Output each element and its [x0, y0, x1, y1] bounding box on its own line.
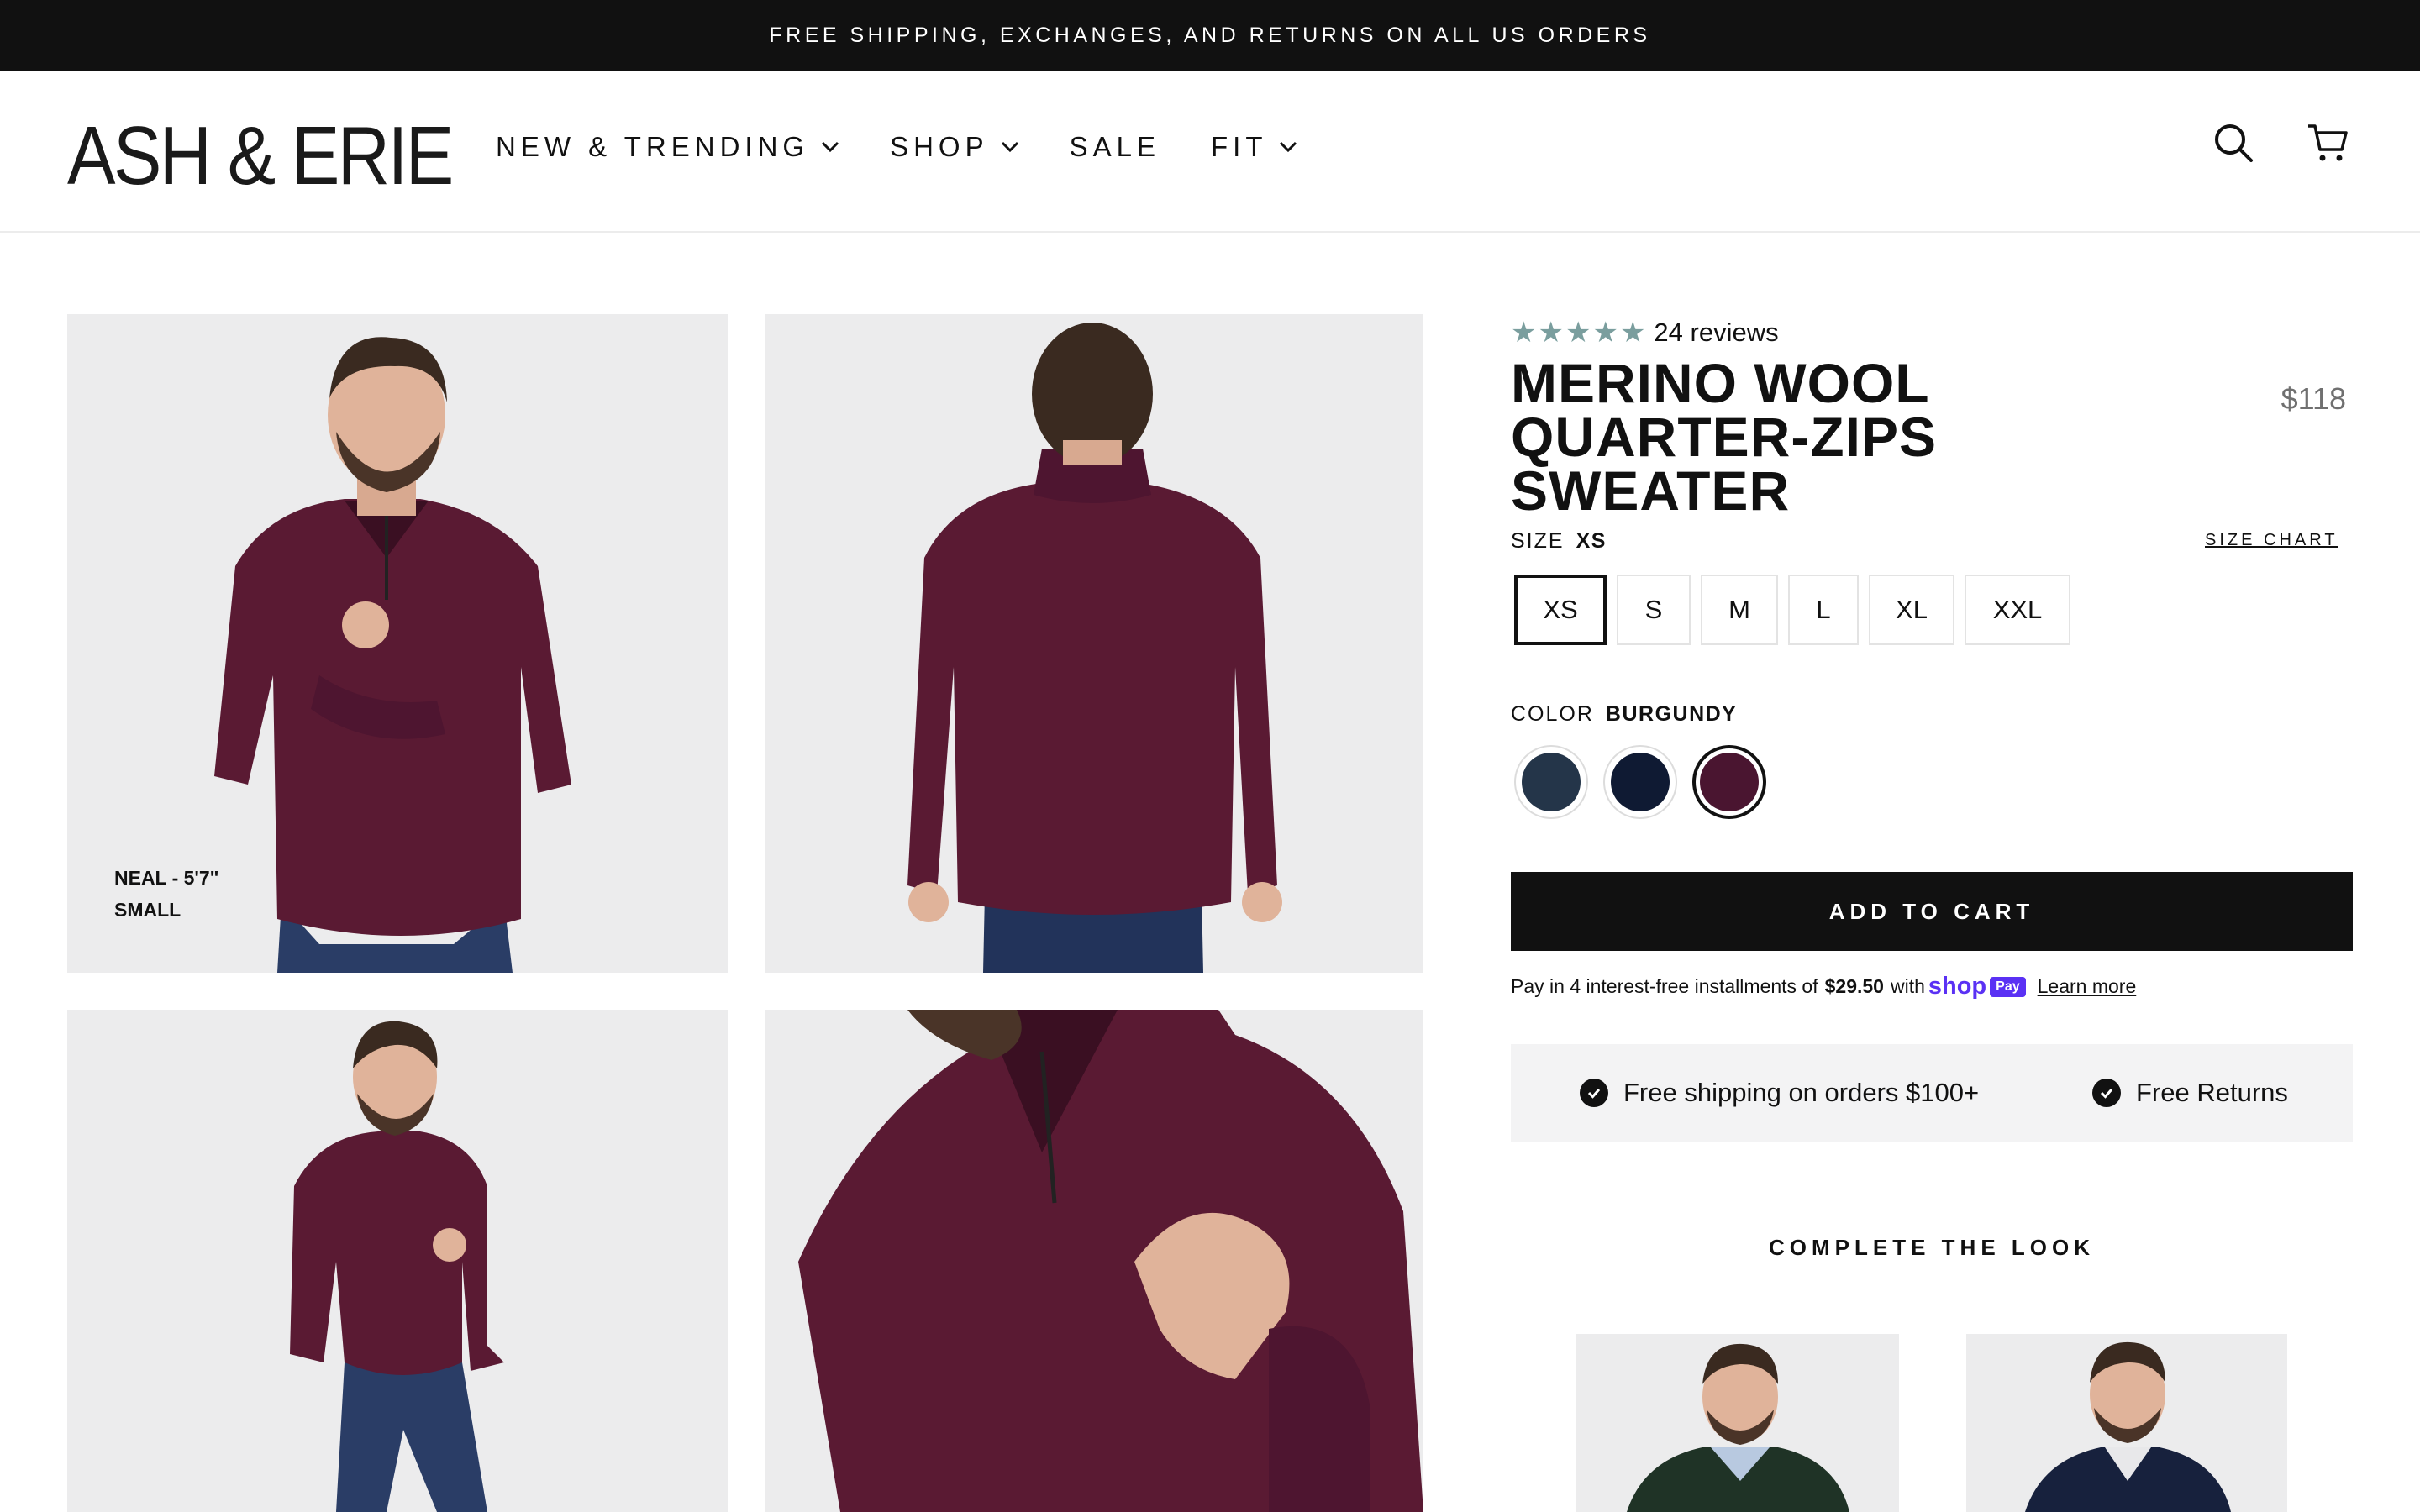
chevron-down-icon	[1280, 141, 1297, 153]
product-image-front[interactable]: NEAL - 5'7" SMALL	[67, 314, 728, 973]
benefit-free-shipping: Free shipping on orders $100+	[1580, 1078, 1979, 1108]
chevron-down-icon	[822, 141, 839, 153]
size-chart-link[interactable]: SIZE CHART	[2205, 531, 2338, 550]
complete-the-look-heading: COMPLETE THE LOOK	[1769, 1235, 2095, 1260]
benefit-label: Free shipping on orders $100+	[1623, 1078, 1980, 1107]
search-icon[interactable]	[2212, 121, 2255, 165]
benefit-free-returns: Free Returns	[2092, 1078, 2288, 1108]
benefits-panel: Free shipping on orders $100+ Free Retur…	[1511, 1044, 2353, 1142]
nav-item-sale[interactable]: SALE	[1070, 131, 1160, 163]
shoppay-badge: Pay	[1990, 976, 2026, 997]
swatch-color	[1522, 753, 1581, 811]
checkmark-icon	[1580, 1079, 1608, 1107]
size-selector: XS S M L XL XXL	[1514, 575, 2081, 645]
shoppay-amount: $29.50	[1824, 975, 1884, 997]
nav-item-new-trending[interactable]: NEW & TRENDING	[496, 131, 839, 163]
model-back-illustration	[765, 314, 1423, 973]
look-green-illustration	[1576, 1334, 1899, 1512]
benefit-label: Free Returns	[2136, 1078, 2288, 1107]
size-button-s[interactable]: S	[1617, 575, 1691, 645]
star-icon: ★	[1511, 317, 1537, 349]
model-name: NEAL - 5'7"	[114, 867, 219, 889]
size-option-label: SIZE XS	[1511, 529, 1607, 554]
size-button-m[interactable]: M	[1701, 575, 1778, 645]
star-icon: ★	[1619, 317, 1646, 349]
look-item-green-sweater[interactable]	[1576, 1334, 1899, 1512]
nav-label: FIT	[1211, 131, 1268, 162]
announcement-text: FREE SHIPPING, EXCHANGES, AND RETURNS ON…	[769, 23, 1651, 47]
size-button-xxl[interactable]: XXL	[1965, 575, 2070, 645]
shop-logo: shop	[1928, 973, 1987, 1000]
nav-label: SHOP	[890, 131, 989, 162]
swatch-color	[1700, 753, 1759, 811]
size-label: SIZE	[1511, 529, 1565, 553]
color-option-label: COLOR BURGUNDY	[1511, 702, 1737, 727]
look-navy-illustration	[1966, 1334, 2287, 1512]
site-header: ASH & ERIE NEW & TRENDING SHOP SALE FIT	[0, 71, 2420, 233]
look-item-navy-sweater[interactable]	[1966, 1334, 2287, 1512]
product-title: MERINO WOOL QUARTER-ZIPS SWEATER	[1511, 352, 1937, 522]
review-count[interactable]: 24 reviews	[1654, 318, 1778, 348]
nav-item-shop[interactable]: SHOP	[890, 131, 1019, 163]
size-button-xs[interactable]: XS	[1514, 575, 1607, 645]
selected-size: XS	[1576, 529, 1607, 553]
size-button-xl[interactable]: XL	[1869, 575, 1954, 645]
main-nav: NEW & TRENDING SHOP SALE FIT	[496, 131, 1348, 163]
sweater-detail-illustration	[765, 1010, 1423, 1512]
checkmark-icon	[2092, 1079, 2121, 1107]
learn-more-link[interactable]: Learn more	[2038, 975, 2137, 998]
model-walking-illustration	[67, 1010, 728, 1512]
size-button-l[interactable]: L	[1788, 575, 1859, 645]
shoppay-installments: Pay in 4 interest-free installments of $…	[1511, 973, 2136, 1000]
color-swatch-navy[interactable]	[1603, 745, 1677, 819]
add-to-cart-button[interactable]: ADD TO CART	[1511, 872, 2353, 951]
product-price: $118	[2281, 381, 2346, 416]
nav-label: NEW & TRENDING	[496, 131, 810, 162]
announcement-bar: FREE SHIPPING, EXCHANGES, AND RETURNS ON…	[0, 0, 2420, 71]
brand-logo[interactable]: ASH & ERIE	[67, 114, 454, 197]
product-rating[interactable]: ★ ★ ★ ★ ★ 24 reviews	[1511, 318, 1779, 348]
nav-item-fit[interactable]: FIT	[1211, 131, 1297, 163]
star-rating: ★ ★ ★ ★ ★	[1511, 318, 1647, 347]
selected-color: BURGUNDY	[1605, 702, 1738, 726]
product-image-detail[interactable]	[765, 1010, 1423, 1512]
shoppay-with: with	[1890, 975, 1925, 997]
color-selector	[1514, 745, 1781, 819]
product-image-back[interactable]	[765, 314, 1423, 973]
model-size: SMALL	[114, 899, 182, 921]
model-caption: NEAL - 5'7" SMALL	[114, 862, 219, 926]
cart-icon[interactable]	[2306, 121, 2349, 165]
swatch-color	[1611, 753, 1670, 811]
star-icon: ★	[1565, 317, 1591, 349]
color-label: COLOR	[1511, 702, 1594, 726]
star-icon: ★	[1592, 317, 1618, 349]
star-icon: ★	[1538, 317, 1564, 349]
color-swatch-slate-navy[interactable]	[1514, 745, 1588, 819]
chevron-down-icon	[1001, 141, 1018, 153]
nav-label: SALE	[1069, 131, 1160, 162]
shoppay-prefix: Pay in 4 interest-free installments of	[1511, 975, 1818, 997]
color-swatch-burgundy[interactable]	[1692, 745, 1766, 819]
product-image-walking[interactable]	[67, 1010, 728, 1512]
